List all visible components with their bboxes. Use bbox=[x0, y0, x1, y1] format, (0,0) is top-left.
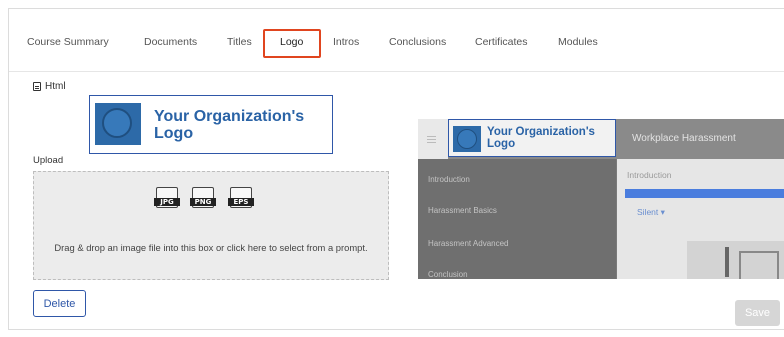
preview-logo-image bbox=[453, 126, 481, 152]
jpg-file-icon: JPG bbox=[154, 187, 180, 208]
html-label: Html bbox=[45, 81, 66, 92]
preview-logo-text: Your Organization's Logo bbox=[487, 126, 595, 150]
eps-file-icon: EPS bbox=[228, 187, 254, 208]
preview-image bbox=[687, 241, 784, 279]
preview-sidebar-item: Introduction bbox=[428, 175, 470, 184]
upload-dropzone[interactable]: JPG PNG EPS Drag & drop an image file in… bbox=[33, 171, 389, 280]
html-toggle[interactable]: Html bbox=[33, 81, 66, 92]
preview-sidebar-item: Harassment Basics bbox=[428, 206, 497, 215]
preview-sidebar-item: Conclusion bbox=[428, 270, 468, 279]
tab-modules[interactable]: Modules bbox=[558, 36, 598, 48]
png-badge: PNG bbox=[190, 198, 216, 206]
settings-card: Course Summary Documents Titles Logo Int… bbox=[8, 8, 784, 330]
document-icon bbox=[33, 82, 41, 91]
eps-badge: EPS bbox=[228, 198, 254, 206]
preview-sidebar: Introduction Harassment Basics Harassmen… bbox=[418, 159, 616, 279]
active-tab-highlight bbox=[263, 29, 321, 58]
preview-silent-dropdown: Silent ▾ bbox=[637, 207, 665, 217]
preview-logo-circle-icon bbox=[457, 129, 477, 149]
jpg-badge: JPG bbox=[154, 198, 180, 206]
dropzone-instructions: Drag & drop an image file into this box … bbox=[54, 242, 368, 253]
current-logo-preview: Your Organization's Logo bbox=[89, 95, 333, 154]
preview-sidebar-item: Harassment Advanced bbox=[428, 239, 509, 248]
tab-certificates[interactable]: Certificates bbox=[475, 36, 528, 48]
upload-label: Upload bbox=[33, 155, 64, 166]
logo-circle-icon bbox=[102, 108, 132, 138]
logo-image bbox=[95, 103, 141, 145]
save-button[interactable]: Save bbox=[735, 300, 780, 326]
logo-text: Your Organization's Logo bbox=[154, 108, 305, 142]
tab-titles[interactable]: Titles bbox=[227, 36, 252, 48]
preview-course-title: Workplace Harassment bbox=[632, 133, 736, 144]
tab-bar: Course Summary Documents Titles Logo Int… bbox=[9, 9, 784, 72]
tab-documents[interactable]: Documents bbox=[144, 36, 197, 48]
preview-logo: Your Organization's Logo bbox=[448, 119, 616, 157]
hamburger-icon bbox=[427, 136, 436, 137]
tab-intros[interactable]: Intros bbox=[333, 36, 359, 48]
delete-button[interactable]: Delete bbox=[33, 290, 86, 317]
preview-content-heading: Introduction bbox=[627, 170, 672, 180]
tab-conclusions[interactable]: Conclusions bbox=[389, 36, 446, 48]
preview-menu-area bbox=[418, 119, 448, 159]
course-player-preview: Your Organization's Logo Workplace Haras… bbox=[418, 119, 784, 279]
png-file-icon: PNG bbox=[190, 187, 216, 208]
preview-content: Introduction Silent ▾ bbox=[617, 159, 784, 279]
preview-progress-bar bbox=[625, 189, 784, 198]
tab-course-summary[interactable]: Course Summary bbox=[27, 36, 109, 48]
